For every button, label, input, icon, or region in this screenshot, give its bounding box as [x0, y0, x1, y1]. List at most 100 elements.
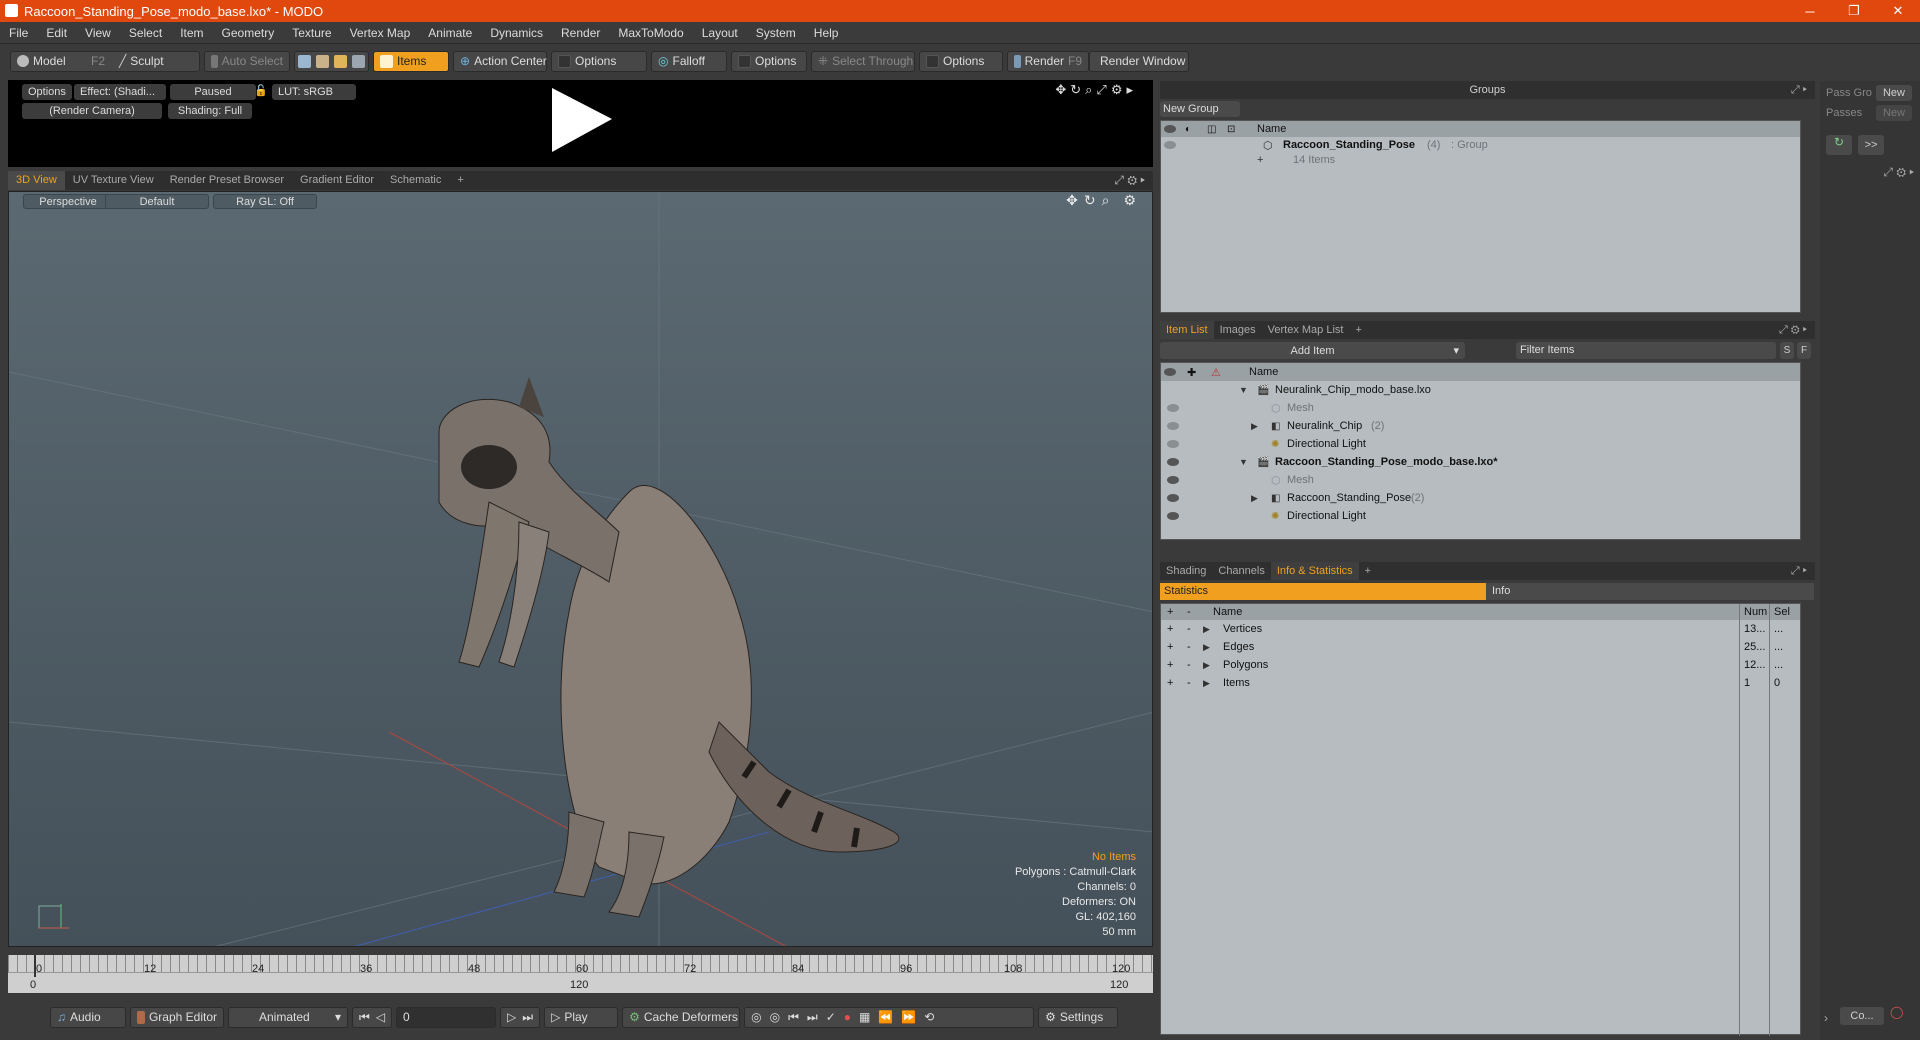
- table-row[interactable]: + - ▶ Polygons 12... ...: [1161, 656, 1800, 674]
- menu-item[interactable]: Item: [171, 26, 212, 40]
- falloff-button[interactable]: ◎ Falloff: [651, 50, 727, 72]
- cache-deformers-button[interactable]: ⚙ Cache Deformers: [622, 1006, 741, 1028]
- new-pass-button[interactable]: New: [1876, 105, 1912, 121]
- f-filter-button[interactable]: F: [1797, 342, 1811, 359]
- expand-arrow-icon[interactable]: ›: [1824, 1011, 1828, 1025]
- add-selection-icon[interactable]: +: [1167, 659, 1173, 671]
- tab-gradient-editor[interactable]: Gradient Editor: [292, 171, 382, 190]
- menu-help[interactable]: Help: [805, 26, 848, 40]
- filter-items-input[interactable]: Filter Items: [1516, 342, 1776, 359]
- record-icon[interactable]: ●: [844, 1010, 851, 1024]
- co-button[interactable]: Co...: [1840, 1007, 1884, 1025]
- eye-icon[interactable]: [1167, 440, 1179, 448]
- next-frame-icon[interactable]: ▷: [507, 1010, 516, 1024]
- play-button[interactable]: ▷ Play: [544, 1006, 619, 1028]
- expand-down-icon[interactable]: ▼: [1239, 385, 1249, 395]
- action-center-options-button[interactable]: Options: [551, 50, 647, 72]
- animated-dropdown[interactable]: Animated ▾: [228, 1006, 348, 1028]
- menu-system[interactable]: System: [747, 26, 805, 40]
- expand-right-icon[interactable]: ▶: [1203, 642, 1213, 653]
- remove-selection-icon[interactable]: -: [1187, 641, 1191, 653]
- remove-selection-icon[interactable]: -: [1187, 659, 1191, 671]
- add-selection-icon[interactable]: +: [1167, 677, 1173, 689]
- play-icon[interactable]: [546, 86, 616, 156]
- menu-maxtomodo[interactable]: MaxToModo: [609, 26, 692, 40]
- groups-expand-icon[interactable]: ⤢ ▸: [1791, 84, 1807, 97]
- menu-layout[interactable]: Layout: [693, 26, 747, 40]
- add-item-dropdown[interactable]: Add Item ▾: [1160, 342, 1465, 359]
- table-row[interactable]: + - ▶ Edges 25... ...: [1161, 638, 1800, 656]
- effect-dropdown[interactable]: Effect: (Shadi...: [74, 84, 166, 100]
- 3d-viewport[interactable]: Perspective Default Ray GL: Off ✥↻⌕ ⚙ No…: [8, 191, 1153, 947]
- action-center-button[interactable]: ⊕ Action Center: [453, 50, 547, 72]
- menu-vertex-map[interactable]: Vertex Map: [341, 26, 420, 40]
- eye-icon[interactable]: [1167, 422, 1179, 430]
- list-item[interactable]: ▶ ◧ Raccoon_Standing_Pose (2): [1161, 489, 1800, 507]
- refresh-icon[interactable]: ↻: [1826, 135, 1852, 155]
- tab-3d-view[interactable]: 3D View: [8, 171, 65, 190]
- next-key-icon[interactable]: ⏭: [807, 1010, 818, 1025]
- list-item[interactable]: ✺ Directional Light: [1161, 507, 1800, 525]
- expand-right-icon[interactable]: ▶: [1251, 421, 1261, 432]
- key-set-icon[interactable]: ✓: [826, 1010, 836, 1024]
- tab-shading[interactable]: Shading: [1160, 562, 1212, 580]
- items-mode-button[interactable]: Items: [373, 50, 449, 72]
- material-mode-icon[interactable]: [352, 54, 365, 68]
- list-item[interactable]: ▼ 🎬 Neuralink_Chip_modo_base.lxo: [1161, 381, 1800, 399]
- list-item[interactable]: ✺ Directional Light: [1161, 435, 1800, 453]
- menu-render[interactable]: Render: [552, 26, 609, 40]
- key-icon[interactable]: ◎: [770, 1010, 780, 1024]
- model-mode-button[interactable]: Model F2: [11, 54, 111, 68]
- last-frame-icon[interactable]: ⏭: [522, 1010, 533, 1025]
- item-list-panel-icons[interactable]: ⤢ ⚙ ▸: [1779, 324, 1807, 337]
- new-group-button[interactable]: New Group: [1160, 101, 1240, 117]
- expand-right-icon[interactable]: ▶: [1203, 624, 1213, 635]
- table-row[interactable]: + - ▶ Items 1 0: [1161, 674, 1800, 692]
- add-selection-icon[interactable]: +: [1167, 641, 1173, 653]
- rotate-icon[interactable]: ↻: [1070, 82, 1085, 97]
- list-item[interactable]: ▶ ◧ Neuralink_Chip (2): [1161, 417, 1800, 435]
- passes-expand-icon[interactable]: ⤢ ⚙ ▸: [1883, 165, 1914, 180]
- tab-item-list[interactable]: Item List: [1160, 321, 1214, 339]
- render-window-button[interactable]: Render Window: [1089, 50, 1189, 72]
- eye-icon[interactable]: [1167, 494, 1179, 502]
- add-tab-button[interactable]: +: [1359, 562, 1377, 580]
- eye-icon[interactable]: [1164, 141, 1176, 149]
- preview-options-button[interactable]: Options: [22, 84, 72, 100]
- menu-animate[interactable]: Animate: [419, 26, 481, 40]
- jump-prev-icon[interactable]: ⏪: [878, 1010, 893, 1024]
- menu-file[interactable]: File: [0, 26, 37, 40]
- stats-panel-icons[interactable]: ⤢ ▸: [1791, 565, 1807, 578]
- eye-icon[interactable]: [1167, 404, 1179, 412]
- close-button[interactable]: ✕: [1876, 3, 1920, 19]
- fit-icon[interactable]: ⤢: [1096, 82, 1110, 97]
- add-tab-button[interactable]: +: [449, 171, 471, 190]
- expand-plus-icon[interactable]: +: [1257, 154, 1263, 166]
- eye-icon[interactable]: [1167, 458, 1179, 466]
- record-ring-icon[interactable]: ◯: [1890, 1005, 1903, 1019]
- prev-frame-icon[interactable]: ◁: [376, 1010, 385, 1024]
- restore-button[interactable]: ❐: [1832, 3, 1876, 19]
- auto-key-icon[interactable]: ◎: [751, 1010, 761, 1024]
- expand-right-icon[interactable]: ▶: [1203, 660, 1213, 671]
- list-item[interactable]: ⬡ Mesh: [1161, 399, 1800, 417]
- paused-button[interactable]: Paused: [170, 84, 256, 100]
- tab-images[interactable]: Images: [1214, 321, 1262, 339]
- eye-icon[interactable]: [1167, 512, 1179, 520]
- passes-forward-button[interactable]: >>: [1858, 135, 1884, 155]
- graph-editor-button[interactable]: Graph Editor: [130, 1006, 224, 1028]
- render-button[interactable]: Render F9: [1007, 50, 1089, 72]
- timeline[interactable]: 0 12 24 36 48 60 72 84 96 108 120 0 120 …: [8, 955, 1153, 993]
- eye-icon[interactable]: [1167, 476, 1179, 484]
- tab-schematic[interactable]: Schematic: [382, 171, 449, 190]
- list-item[interactable]: ⬡ Mesh: [1161, 471, 1800, 489]
- zoom-icon[interactable]: ⌕: [1085, 82, 1096, 97]
- menu-edit[interactable]: Edit: [37, 26, 76, 40]
- statistics-tab[interactable]: Statistics: [1160, 583, 1486, 600]
- tab-info-statistics[interactable]: Info & Statistics: [1270, 562, 1359, 580]
- new-pass-group-button[interactable]: New: [1876, 85, 1912, 101]
- first-frame-icon[interactable]: ⏮: [359, 1010, 370, 1025]
- expand-right-icon[interactable]: ▶: [1251, 493, 1261, 504]
- frame-field[interactable]: 0: [396, 1006, 497, 1028]
- expand-right-icon[interactable]: ▶: [1203, 678, 1213, 689]
